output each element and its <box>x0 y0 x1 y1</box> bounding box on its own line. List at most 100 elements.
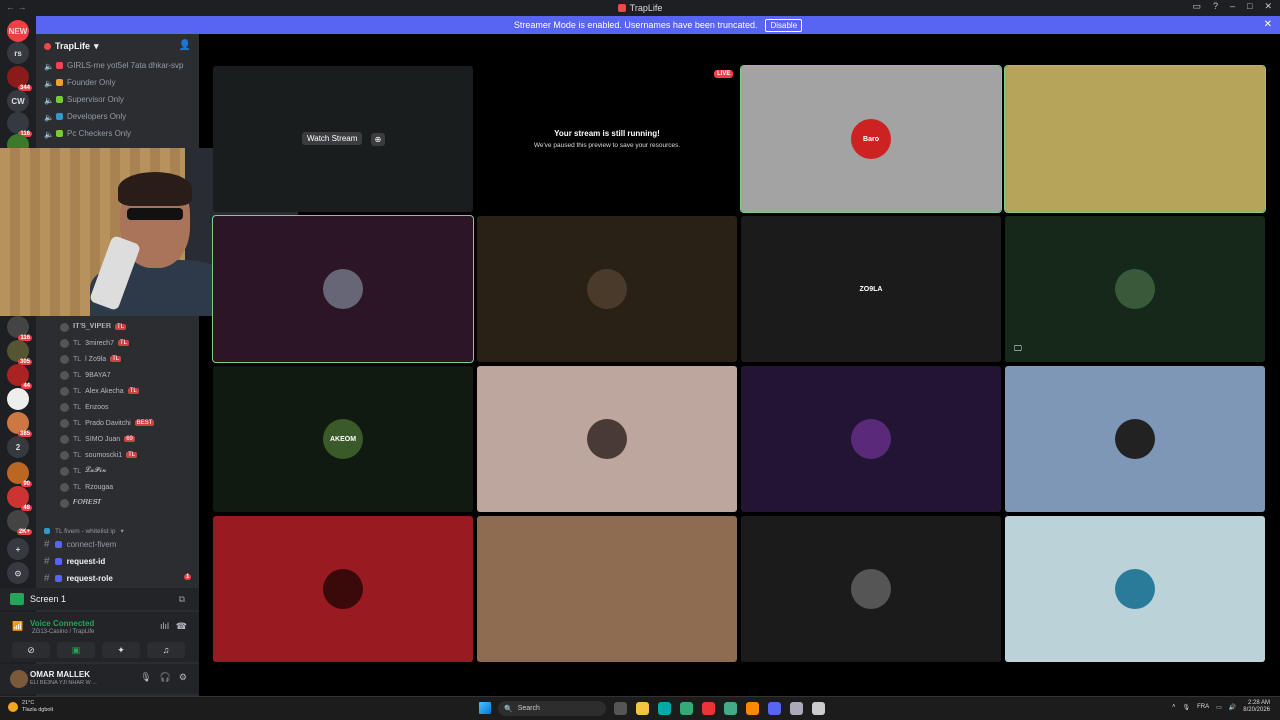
nav-arrows[interactable]: ← → <box>6 2 27 12</box>
server-icon-14[interactable]: 2K+ <box>7 510 32 535</box>
text-channel-0[interactable]: # connect-fivem <box>44 537 116 551</box>
voice-channel-2[interactable]: 🔈 Supervisor Only <box>44 95 124 105</box>
voice-member[interactable]: TL Rzougaa <box>60 480 113 494</box>
taskbar-app-icon[interactable] <box>702 702 715 715</box>
text-channel-1[interactable]: # request-id <box>44 554 105 568</box>
voice-member[interactable]: TL 9BAYA7 <box>60 368 111 382</box>
server-icon-13[interactable]: 48 <box>7 486 32 511</box>
voice-member[interactable]: TL l Zo9la TL <box>60 352 122 366</box>
camera-off-button[interactable]: ⊘ <box>12 642 50 658</box>
username[interactable]: OMAR MALLEK <box>30 670 90 679</box>
server-icon-1[interactable]: rs <box>7 42 29 64</box>
taskbar-app-icon[interactable] <box>724 702 737 715</box>
server-icon-7[interactable]: 305 <box>7 340 32 365</box>
participant-tile[interactable]: ZO9LA <box>741 216 1001 362</box>
disconnect-icon[interactable]: ☎ <box>176 621 187 632</box>
voice-member[interactable]: TL Prado Davitchi BEST <box>60 416 155 430</box>
server-icon-2[interactable]: 344 <box>7 66 32 91</box>
taskbar-app-icon[interactable] <box>790 702 803 715</box>
participant-tile[interactable] <box>477 216 737 362</box>
voice-member[interactable]: TL 3mirech7 TL <box>60 336 129 350</box>
participant-tile[interactable] <box>477 366 737 512</box>
help-icon[interactable]: ? <box>1213 1 1218 12</box>
participant-tile[interactable] <box>741 516 1001 662</box>
screen-share-panel[interactable]: Screen 1 ⧉ <box>0 588 199 610</box>
start-button[interactable] <box>479 702 491 714</box>
server-icon-10[interactable]: 385 <box>7 412 32 437</box>
headphones-icon[interactable]: 🎧 <box>160 672 171 683</box>
taskbar-app-icon[interactable] <box>658 702 671 715</box>
close-window-button[interactable]: ✕ <box>1264 1 1272 12</box>
avatar[interactable] <box>10 670 28 688</box>
voice-channel-1[interactable]: 🔈 Founder Only <box>44 78 115 88</box>
server-icon-4[interactable]: 116 <box>7 112 32 137</box>
participant-tile[interactable] <box>1004 65 1266 213</box>
voice-status[interactable]: Voice Connected <box>30 619 94 628</box>
server-icon-0[interactable]: NEW <box>7 20 29 42</box>
voice-member[interactable]: TL 𝓛𝓪𝓟𝓲𝓷 <box>60 464 107 478</box>
noise-suppression-icon[interactable]: ılıl <box>160 621 169 631</box>
member-name: 𝑭𝑶𝑹𝑬𝑺𝑻 <box>73 499 102 506</box>
category-header[interactable]: TL fivem - whitelist ip ▾ <box>44 524 124 538</box>
disable-button[interactable]: Disable <box>765 18 803 32</box>
server-icon-12[interactable]: 90 <box>7 462 32 487</box>
server-header[interactable]: TrapLife ▾ 👤 <box>36 34 199 58</box>
taskbar-app-icon[interactable] <box>614 702 627 715</box>
weather-widget[interactable]: 21°C Tlazla dgbolt <box>8 700 53 714</box>
taskbar-app-icon[interactable] <box>768 702 781 715</box>
voice-member[interactable]: 𝑭𝑶𝑹𝑬𝑺𝑻 <box>60 496 102 510</box>
voice-channel-4[interactable]: 🔈 Pc Checkers Only <box>44 129 131 139</box>
server-icon-8[interactable]: 44 <box>7 364 32 389</box>
popout-icon[interactable]: ⧉ <box>179 594 185 605</box>
volume-icon[interactable]: 🔊 <box>1229 704 1236 711</box>
server-icon-9[interactable] <box>7 388 29 410</box>
signal-icon[interactable]: 📶 <box>12 621 23 632</box>
maximize-button[interactable]: □ <box>1247 1 1252 12</box>
voice-channel-path[interactable]: ZG13-Casino / TrapLife <box>32 629 94 635</box>
voice-member[interactable]: TL SIMO Juan 69 <box>60 432 135 446</box>
voice-channel-3[interactable]: 🔈 Developers Only <box>44 112 126 122</box>
minimize-button[interactable]: – <box>1230 1 1235 12</box>
voice-member[interactable]: TL Enzoos <box>60 400 109 414</box>
participant-tile[interactable] <box>1005 366 1265 512</box>
server-icon-15[interactable]: + <box>7 538 29 560</box>
voice-member[interactable]: 𝐈𝐓'𝐒_𝐕𝐈𝐏𝐄𝐑 TL <box>60 320 126 334</box>
search-box[interactable]: 🔍 Search <box>498 701 606 716</box>
taskbar-app-icon[interactable] <box>812 702 825 715</box>
participant-tile[interactable] <box>477 516 737 662</box>
server-icon-11[interactable]: 2 <box>7 436 29 458</box>
participant-tile[interactable] <box>1005 216 1265 362</box>
mic-tray-icon[interactable]: 🎙 <box>1183 704 1191 711</box>
voice-member[interactable]: TL soumoscki1 TL <box>60 448 138 462</box>
taskbar-app-icon[interactable] <box>746 702 759 715</box>
activities-button[interactable]: ✦ <box>102 642 140 658</box>
participant-tile[interactable] <box>1005 516 1265 662</box>
clock[interactable]: 2:28 AM 8/20/2026 <box>1243 700 1270 714</box>
taskbar-app-icon[interactable] <box>680 702 693 715</box>
gear-icon[interactable]: ⚙ <box>179 672 187 683</box>
participant-tile[interactable] <box>741 366 1001 512</box>
text-channel-2[interactable]: # request-role 1 <box>44 571 192 585</box>
participant-tile[interactable] <box>212 215 474 363</box>
server-icon-16[interactable]: ⊙ <box>7 562 29 584</box>
banner-close-icon[interactable]: ✕ <box>1264 19 1272 30</box>
participant-tile[interactable] <box>213 516 473 662</box>
app-logo-icon <box>617 4 626 12</box>
inbox-icon[interactable]: ▭ <box>1192 1 1201 12</box>
server-icon-6[interactable]: 116 <box>7 316 32 341</box>
share-screen-button[interactable]: ▣ <box>57 642 95 658</box>
language-indicator[interactable]: FRA <box>1197 704 1209 710</box>
server-icon-3[interactable]: CW <box>7 90 29 112</box>
voice-channel-0[interactable]: 🔈 GIRLS-me yot5el 7ata dhkar-svp <box>44 61 184 71</box>
soundboard-button[interactable]: ♫ <box>147 642 185 658</box>
voice-member[interactable]: TL Alex Akecha TL <box>60 384 139 398</box>
watch-stream-button[interactable]: Watch Stream <box>302 132 363 145</box>
network-icon[interactable]: ▭ <box>1216 704 1222 711</box>
mic-icon[interactable]: 🎙 <box>140 672 151 683</box>
add-member-icon[interactable]: 👤 <box>179 40 191 51</box>
chevron-up-icon[interactable]: ˄ <box>1172 704 1176 710</box>
popout-stream-icon[interactable]: ⊕ <box>371 133 385 146</box>
taskbar-app-icon[interactable] <box>636 702 649 715</box>
participant-tile[interactable]: Baro <box>740 65 1002 213</box>
participant-tile[interactable]: AKEOM <box>213 366 473 512</box>
